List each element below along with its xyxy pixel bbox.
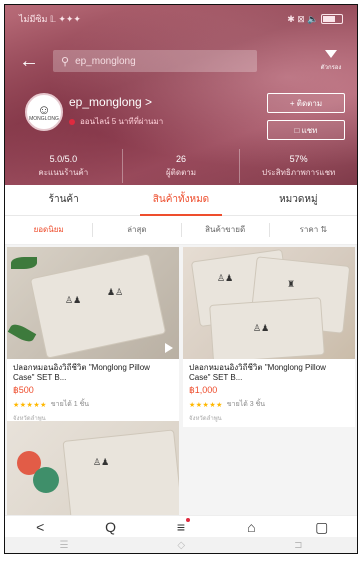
top-bar: ← ⚲ ep_monglong ตัวกรอง [19,49,349,73]
filter-button[interactable]: ตัวกรอง [313,50,349,72]
main-tabs: ร้านค้า สินค้าทั้งหมด หมวดหมู่ [5,185,357,216]
stat-value: 57% [289,153,308,164]
tab-all-products[interactable]: สินค้าทั้งหมด [122,185,239,216]
product-location: จังหวัดลำพูน [189,416,222,422]
nav-home-icon[interactable]: ⌂ [236,519,266,535]
system-home-icon[interactable]: ◇ [177,540,185,551]
bottom-nav: < Q ≡ ⌂ ▢ [5,515,357,538]
shop-status: ออนไลน์ 5 นาทีที่ผ่านมา [69,115,163,128]
filter-label: ตัวกรอง [320,65,342,71]
sort-popular[interactable]: ยอดนิยม [5,223,94,237]
video-play-icon [165,343,173,353]
phone-screen: ไม่มีซิม 𝕃 ✦✦✦ ✱ ⊠ 🔈 ← ⚲ ep_monglong ตัว… [4,4,358,554]
product-sold: ขายได้ 3 ชิ้น [226,401,266,408]
pillow-graphic [29,253,167,359]
chat-button[interactable]: □ แชท [267,120,345,140]
status-right: ✱ ⊠ 🔈 [287,14,343,25]
nav-tabs-icon[interactable]: ▢ [307,519,337,536]
rating-stars-icon: ★★★★★ [189,401,223,409]
nav-back-icon[interactable]: < [25,519,55,535]
sort-tabs: ยอดนิยม ล่าสุด สินค้าขายดี ราคา ⇅ [5,216,357,245]
stat-chat-performance: 57% ประสิทธิภาพการแชท [240,149,357,183]
shop-header: ไม่มีซิม 𝕃 ✦✦✦ ✱ ⊠ 🔈 ← ⚲ ep_monglong ตัว… [5,5,357,185]
status-icons: ✱ ⊠ 🔈 [287,13,319,24]
product-image: ♙♟ ♟♙ [7,247,179,359]
search-icon: ⚲ [61,55,70,68]
stat-label: ประสิทธิภาพการแชท [262,167,336,177]
status-bar: ไม่มีซิม 𝕃 ✦✦✦ ✱ ⊠ 🔈 [19,11,343,27]
leaf-decoration [11,257,37,269]
sort-price[interactable]: ราคา ⇅ [270,223,357,237]
nav-menu-icon[interactable]: ≡ [166,518,196,535]
status-left: ไม่มีซิม 𝕃 ✦✦✦ [19,14,81,24]
stat-label: ผู้ติดตาม [165,167,197,177]
figure-graphic: ♙♟ [65,295,82,305]
chat-icon: □ [294,125,302,135]
stat-value: 5.0/5.0 [49,153,78,164]
search-input[interactable]: ⚲ ep_monglong [53,50,257,72]
figure-graphic: ♟♙ [107,287,124,297]
product-rating: ★★★★★ ขายได้ 1 ชิ้น [7,396,179,410]
figure-graphic: ♜ [287,279,296,289]
tab-shop[interactable]: ร้านค้า [5,185,122,215]
shop-logo-text: MONGLONG [29,115,59,122]
battery-icon [321,14,343,25]
product-sold: ขายได้ 1 ชิ้น [50,401,90,408]
product-title: ปลอกหมอนอิงวิถีชีวิต "Monglong Pillow Ca… [13,363,150,382]
product-price: ฿500 [13,385,34,395]
system-back-icon[interactable]: ⊐ [294,540,302,551]
leaf-decoration [7,321,37,345]
shop-logo[interactable]: ☺ MONGLONG [25,93,63,131]
pillow-graphic [62,429,179,515]
back-arrow-icon[interactable]: ← [19,51,43,71]
stat-rating: 5.0/5.0 คะแนนร้านค้า [5,149,123,183]
fabric-ball-graphic [33,467,59,493]
shop-info: ☺ MONGLONG ep_monglong > ออนไลน์ 5 นาทีท… [19,93,349,141]
chat-label: แชท [301,125,318,135]
figure-graphic: ♙♟ [253,323,270,333]
shop-logo-mark: ☺ [37,101,51,117]
product-card[interactable]: ♙♟ ♜ ♙♟ ปลอกหมอนอิงวิถีชีวิต "Monglong P… [183,247,355,427]
product-card[interactable]: ♙♟ [7,421,179,515]
product-rating: ★★★★★ ขายได้ 3 ชิ้น [183,396,355,410]
search-placeholder: ep_monglong [75,55,136,67]
product-image: ♙♟ ♜ ♙♟ [183,247,355,359]
shop-status-text: ออนไลน์ 5 นาทีที่ผ่านมา [80,117,164,126]
system-nav-bar: ☰ ◇ ⊐ [5,537,357,553]
stat-followers: 26 ผู้ติดตาม [123,149,241,183]
figure-graphic: ♙♟ [217,273,234,283]
tab-categories[interactable]: หมวดหมู่ [240,185,357,215]
sort-latest[interactable]: ล่าสุด [93,223,182,237]
product-image: ♙♟ [7,421,179,515]
follow-button[interactable]: + ติดตาม [267,93,345,113]
product-grid: ♙♟ ♟♙ ปลอกหมอนอิงวิถีชีวิต "Monglong Pil… [5,245,357,515]
shop-stats: 5.0/5.0 คะแนนร้านค้า 26 ผู้ติดตาม 57% ปร… [5,149,357,183]
product-price: ฿1,000 [189,385,218,395]
product-title: ปลอกหมอนอิงวิถีชีวิต "Monglong Pillow Ca… [189,363,326,382]
rating-stars-icon: ★★★★★ [13,401,47,409]
nav-search-icon[interactable]: Q [96,519,126,535]
system-menu-icon[interactable]: ☰ [59,540,68,551]
stat-label: คะแนนร้านค้า [38,167,89,177]
figure-graphic: ♙♟ [93,457,110,467]
online-dot-icon [69,118,75,125]
filter-icon [323,50,339,62]
nav-menu-glyph: ≡ [176,519,186,535]
stat-value: 26 [176,153,187,164]
shop-name[interactable]: ep_monglong > [69,95,152,109]
sort-best-selling[interactable]: สินค้าขายดี [182,223,270,237]
notification-dot-icon [185,518,190,522]
product-card[interactable]: ♙♟ ♟♙ ปลอกหมอนอิงวิถีชีวิต "Monglong Pil… [7,247,179,427]
